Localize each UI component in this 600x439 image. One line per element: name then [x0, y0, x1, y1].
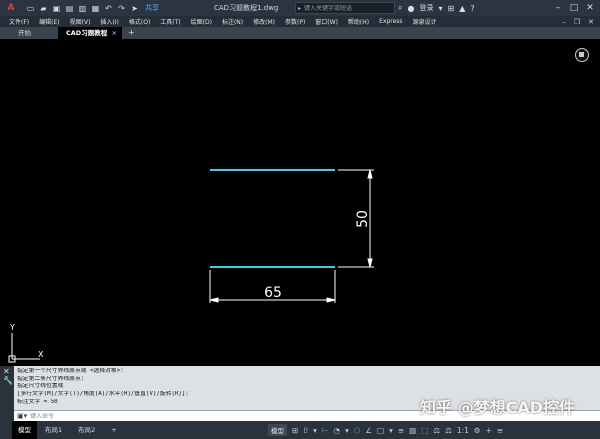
dimension-text-50: 50 — [355, 210, 371, 228]
new-file-icon[interactable]: ▭ — [26, 4, 35, 13]
layout-tab-layout1[interactable]: 布局1 — [37, 421, 70, 439]
menu-item-window[interactable]: 窗口(W) — [305, 17, 338, 26]
command-history-line: 指定第二条尺寸界线原点: — [17, 375, 85, 382]
status-toggles: 模型 ⊞ ⁞⁞ ▾ ⊢ ◔ ▾ ⬡ ∠ □ ▾ ≡ ▧ ⬚ ⚖ ⚖ 1:1 ⚙ … — [268, 421, 503, 439]
menu-window-controls: – ❐ ✕ — [562, 16, 594, 27]
model-space-button[interactable]: 模型 — [268, 424, 287, 436]
command-history-line: 指定尺寸线位置或 — [17, 383, 64, 390]
command-input[interactable] — [30, 412, 231, 420]
customize-command-icon[interactable]: 🔧 — [3, 376, 13, 385]
workspace-icon[interactable]: ⚙ — [474, 426, 481, 435]
grid-icon[interactable]: ⊞ — [292, 426, 298, 435]
document-title: CAD习题教程1.dwg — [214, 4, 279, 12]
snap-dropdown-icon[interactable]: ▾ — [313, 426, 317, 435]
share-button[interactable]: 共享 — [143, 4, 159, 13]
close-command-icon[interactable]: ✕ — [3, 367, 10, 376]
command-line-side: ✕ 🔧 — [0, 366, 14, 421]
ortho-icon[interactable]: ⊢ — [322, 426, 329, 435]
save-as-icon[interactable]: ▤ — [65, 4, 74, 13]
autocad-a360-icon[interactable]: ▲ — [459, 4, 465, 13]
cart-icon[interactable]: ▾ — [438, 4, 442, 13]
user-icon[interactable]: ● — [407, 4, 414, 13]
login-button[interactable]: 登录 — [419, 3, 433, 13]
scale-label[interactable]: 1:1 — [457, 426, 469, 435]
layout-tab-layout2[interactable]: 布局2 — [70, 421, 103, 439]
menu-item-draw[interactable]: 绘图(D) — [181, 17, 212, 26]
tab-close-icon[interactable]: × — [112, 27, 117, 39]
tab-active-drawing[interactable]: CAD习题教程1* × — [58, 27, 122, 49]
menu-item-view[interactable]: 视图(V) — [60, 17, 91, 26]
layout-tab-model[interactable]: 模型 — [12, 421, 37, 439]
annotation-scale-icon[interactable]: ⚖ — [433, 426, 440, 435]
export-icon[interactable]: ▥ — [78, 4, 87, 13]
maximize-icon[interactable]: □ — [566, 3, 582, 13]
ucs-icon — [8, 333, 40, 363]
viewcube-icon[interactable] — [575, 48, 589, 62]
undo-icon[interactable]: ↶ — [104, 4, 113, 13]
command-prompt-icon[interactable]: ▣▾ — [17, 412, 27, 420]
add-layout-button[interactable]: + — [103, 421, 124, 439]
app-logo-icon[interactable]: A — [0, 0, 22, 16]
autodesk-app-icon[interactable]: ⊞ — [447, 4, 454, 13]
menu-item-tools[interactable]: 工具(T) — [150, 17, 180, 26]
menu-item-parametric[interactable]: 参数(P) — [275, 17, 305, 26]
plus-icon[interactable]: + — [486, 426, 492, 435]
print-icon[interactable]: ▦ — [91, 4, 100, 13]
object-track-icon[interactable]: ∠ — [365, 426, 372, 435]
help-icon[interactable]: ? — [470, 4, 474, 13]
quick-access-toolbar: ▭ ▰ ▣ ▤ ▥ ▦ ↶ ↷ ➤ 共享 — [22, 0, 159, 16]
snap-icon[interactable]: ⁞⁞ — [303, 426, 308, 435]
selection-cycling-icon[interactable]: ⬚ — [421, 426, 428, 435]
close-icon[interactable]: ✕ — [582, 3, 598, 13]
doc-restore-icon[interactable]: ❐ — [574, 18, 580, 26]
search-icon[interactable]: ⌕ — [398, 3, 402, 13]
redo-icon[interactable]: ↷ — [117, 4, 126, 13]
minimize-icon[interactable]: – — [550, 3, 566, 13]
share-icon[interactable]: ➤ — [130, 4, 139, 13]
save-icon[interactable]: ▣ — [52, 4, 61, 13]
menu-item-insert[interactable]: 插入(I) — [90, 17, 118, 26]
drawing-canvas[interactable]: 50 65 Y X — [0, 39, 600, 366]
title-bar-right: ⌕ ● 登录 ▾ ⊞ ▲ ? — [398, 0, 475, 16]
menu-item-express[interactable]: Express — [369, 18, 402, 25]
doc-minimize-icon[interactable]: – — [562, 18, 566, 26]
menu-item-file[interactable]: 文件(F) — [0, 17, 29, 26]
tab-start[interactable]: 开始 — [0, 27, 58, 39]
new-tab-button[interactable]: + — [122, 27, 141, 39]
lineweight-icon[interactable]: ≡ — [398, 426, 404, 435]
polar-icon[interactable]: ◔ — [333, 426, 340, 435]
osnap-dropdown-icon[interactable]: ▾ — [389, 426, 393, 435]
customize-status-icon[interactable]: ≡ — [497, 426, 503, 435]
open-file-icon[interactable]: ▰ — [39, 4, 48, 13]
dimension-text-65: 65 — [264, 285, 282, 301]
menu-item-modify[interactable]: 修改(M) — [243, 17, 275, 26]
polar-dropdown-icon[interactable]: ▾ — [345, 426, 349, 435]
menu-item-edit[interactable]: 编辑(E) — [29, 17, 59, 26]
menu-item-yuanquan[interactable]: 源泉设计 — [403, 17, 437, 26]
file-tab-bar: 开始 CAD习题教程1* × + — [0, 27, 600, 49]
ucs-y-label: Y — [9, 323, 15, 332]
menu-item-dimension[interactable]: 标注(N) — [212, 17, 243, 26]
search-box[interactable]: ▸ — [295, 2, 395, 14]
menu-item-help[interactable]: 帮助(H) — [338, 17, 369, 26]
doc-close-icon[interactable]: ✕ — [588, 18, 594, 26]
menu-bar: 文件(F) 编辑(E) 视图(V) 插入(I) 格式(O) 工具(T) 绘图(D… — [0, 16, 600, 27]
isodraft-icon[interactable]: ⬡ — [354, 426, 361, 435]
watermark: 知乎 @梦想CAD控件 — [420, 398, 575, 417]
search-input[interactable] — [304, 4, 385, 12]
command-history-line: 指定第一个尺寸界线原点或 <选择对象>: — [17, 368, 124, 374]
osnap-icon[interactable]: □ — [377, 426, 384, 435]
window-controls: – □ ✕ — [550, 0, 598, 16]
ucs-x-label: X — [38, 350, 44, 359]
title-bar: A ▭ ▰ ▣ ▤ ▥ ▦ ↶ ↷ ➤ 共享 CAD习题教程1.dwg ▸ ⌕ … — [0, 0, 600, 16]
transparency-icon[interactable]: ▧ — [409, 426, 416, 435]
chevron-right-icon: ▸ — [298, 4, 302, 12]
drawing-svg: 50 65 Y X — [8, 169, 374, 363]
menu-item-format[interactable]: 格式(O) — [119, 17, 150, 26]
annotation-visibility-icon[interactable]: ⚖ — [445, 426, 452, 435]
